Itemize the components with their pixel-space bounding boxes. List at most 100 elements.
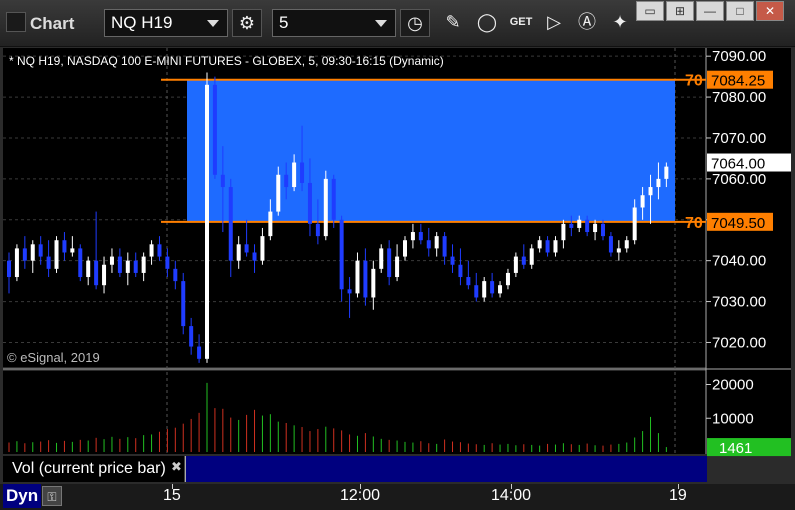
- candle-body: [339, 219, 344, 290]
- candle-body: [300, 162, 305, 183]
- chevron-down-icon[interactable]: [207, 20, 219, 27]
- price-level-marker: 70: [685, 73, 703, 90]
- candle-body: [395, 256, 400, 278]
- candle-body: [624, 240, 629, 249]
- chevron-down-icon[interactable]: [375, 20, 387, 27]
- candle-body: [474, 285, 479, 298]
- candle-body: [212, 84, 217, 175]
- tile-window-button[interactable]: ⊞: [666, 1, 694, 21]
- interval-combo[interactable]: 5: [272, 9, 396, 37]
- candle-body: [490, 281, 495, 294]
- candle-body: [94, 260, 99, 286]
- candle-body: [656, 178, 661, 188]
- candle-body: [434, 236, 439, 249]
- price-chart[interactable]: 7020.007030.007040.007050.007060.007070.…: [3, 48, 791, 482]
- candle-body: [466, 277, 471, 286]
- candle-body: [323, 178, 328, 237]
- candle-body: [371, 268, 376, 298]
- candle-body: [54, 240, 59, 269]
- candle-body: [157, 244, 162, 257]
- x-tick-label: 12:00: [340, 487, 381, 504]
- y-tick-label: 7060.00: [712, 171, 766, 188]
- candle-body: [585, 219, 590, 233]
- clock-icon[interactable]: ◷: [400, 9, 430, 37]
- candle-body: [379, 248, 384, 269]
- candle-body: [355, 260, 360, 294]
- link-icon[interactable]: ✦: [605, 9, 635, 37]
- candle-body: [577, 219, 582, 228]
- chart-area[interactable]: 7020.007030.007040.007050.007060.007070.…: [3, 48, 791, 482]
- candle-body: [458, 264, 463, 278]
- candle-body: [632, 207, 637, 241]
- candle-body: [30, 244, 35, 261]
- x-tick-label: 14:00: [491, 487, 532, 504]
- volume-panel: [3, 371, 706, 454]
- pencil-icon[interactable]: ✎: [438, 9, 468, 37]
- candle-body: [133, 260, 138, 273]
- candle-body: [292, 162, 297, 188]
- volume-tick-label: 20000: [712, 377, 754, 394]
- candle-body: [102, 264, 107, 286]
- gear-icon[interactable]: ⚙: [232, 9, 262, 37]
- candle-body: [553, 240, 558, 253]
- study-icon[interactable]: ◯: [472, 9, 502, 37]
- candle-body: [181, 281, 186, 327]
- volume-tick-label: 10000: [712, 410, 754, 427]
- y-tick-label: 7040.00: [712, 253, 766, 270]
- candle-body: [418, 232, 423, 241]
- minimize-button[interactable]: —: [696, 1, 724, 21]
- candle-body: [450, 256, 455, 265]
- price-level-label: 7084.25: [711, 73, 765, 90]
- candle-body: [252, 252, 257, 261]
- get-icon[interactable]: GET: [506, 9, 536, 37]
- candle-body: [228, 187, 233, 261]
- restore-window-button[interactable]: ▭: [636, 1, 664, 21]
- candle-body: [521, 256, 526, 265]
- x-tick-label: 19: [669, 487, 687, 504]
- alert-icon[interactable]: Ⓐ: [572, 9, 602, 37]
- y-tick-label: 7080.00: [712, 89, 766, 106]
- volume-legend-area: [185, 456, 707, 482]
- price-level-label: 7049.50: [711, 215, 765, 232]
- candle-body: [189, 326, 194, 347]
- chart-header: * NQ H19, NASDAQ 100 E-MINI FUTURES - GL…: [9, 54, 444, 68]
- candle-body: [236, 244, 241, 261]
- dynamic-mode-button[interactable]: Dyn: [3, 484, 41, 508]
- y-tick-label: 7090.00: [712, 48, 766, 65]
- y-tick-label: 7030.00: [712, 294, 766, 311]
- candle-body: [205, 84, 209, 359]
- interval-value: 5: [279, 13, 289, 32]
- candle-body: [141, 256, 146, 273]
- candle-body: [220, 174, 225, 188]
- candle-body: [284, 174, 289, 188]
- candle-body: [513, 256, 518, 273]
- candle-body: [347, 289, 352, 294]
- lock-icon[interactable]: ⚿: [42, 486, 62, 506]
- candle-body: [545, 240, 550, 253]
- candle-body: [244, 244, 249, 253]
- chart-app-icon: [6, 12, 26, 32]
- candle-body: [331, 178, 336, 220]
- candle-body: [648, 187, 653, 196]
- symbol-combo[interactable]: NQ H19: [104, 9, 228, 37]
- candle-body: [601, 223, 605, 237]
- candle-body: [125, 260, 130, 273]
- candle-body: [608, 236, 613, 253]
- candle-body: [86, 260, 91, 278]
- range-band: [187, 79, 675, 222]
- y-tick-label: 7020.00: [712, 334, 766, 351]
- copyright-text: © eSignal, 2019: [7, 350, 100, 365]
- close-icon[interactable]: ✖: [171, 454, 182, 480]
- candle-body: [498, 285, 503, 294]
- candle-body: [363, 260, 368, 298]
- candle-body: [593, 223, 598, 233]
- window-title: Chart: [6, 12, 74, 34]
- volume-legend-label: Vol (current price bar) ✖: [3, 456, 185, 482]
- candle-body: [529, 248, 534, 265]
- candle-body: [7, 260, 11, 278]
- maximize-button[interactable]: □: [726, 1, 754, 21]
- candle-body: [165, 256, 170, 269]
- close-button[interactable]: ✕: [756, 1, 784, 21]
- play-icon[interactable]: ▷: [539, 9, 569, 37]
- candle-body: [505, 272, 510, 286]
